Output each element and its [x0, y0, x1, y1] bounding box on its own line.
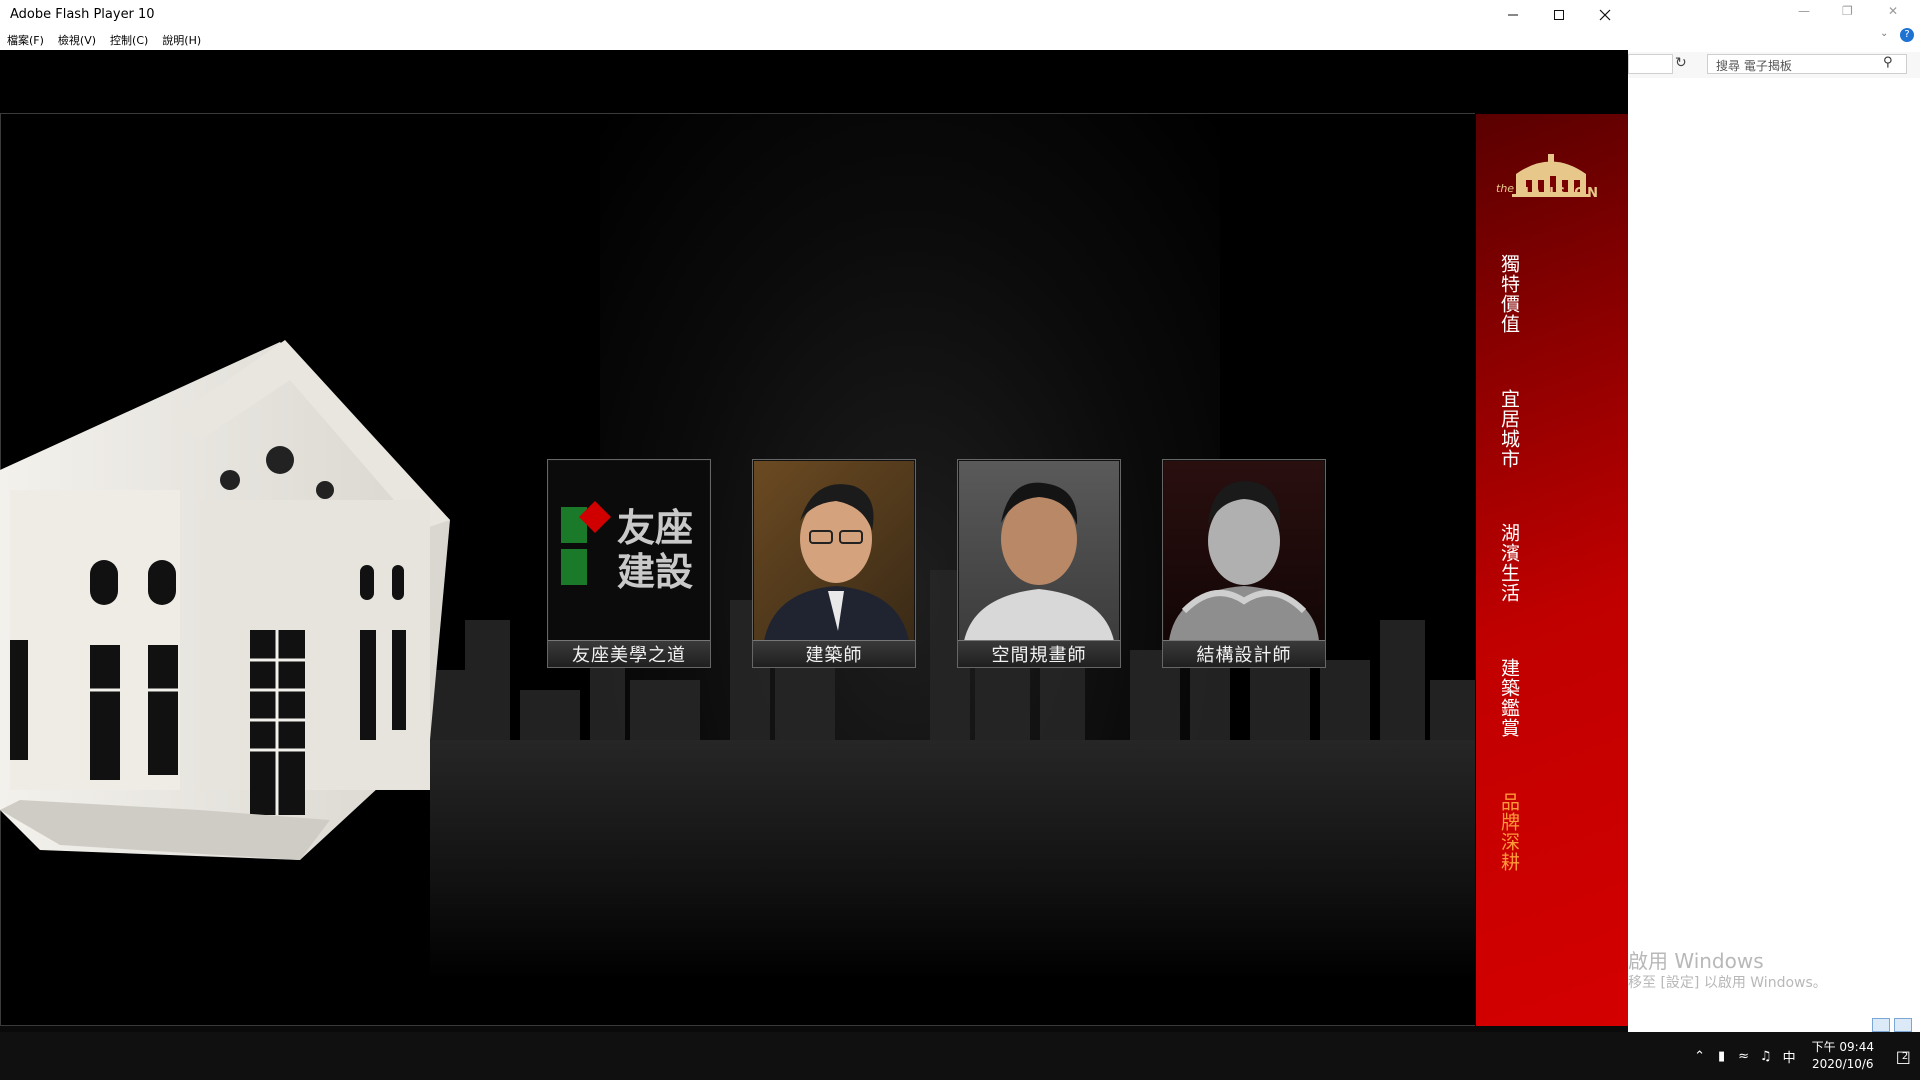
card-label: 建築師: [753, 640, 915, 667]
nav-architecture-appreciation[interactable]: 建築鑑賞: [1496, 658, 1520, 738]
logo-text: MANSION: [1516, 186, 1601, 201]
help-icon[interactable]: ?: [1900, 28, 1914, 42]
search-icon[interactable]: ⚲: [1883, 55, 1893, 70]
card-label: 結構設計師: [1163, 640, 1325, 667]
details-view-icon[interactable]: [1872, 1018, 1890, 1032]
mansion-logo-icon[interactable]: [1496, 144, 1606, 214]
maximize-button[interactable]: [1536, 0, 1582, 30]
nav-brand-cultivation[interactable]: 品牌深耕: [1496, 792, 1520, 872]
menu-help[interactable]: 說明(H): [155, 32, 208, 48]
brand-logo-image: 友座 建設: [549, 461, 709, 641]
card-brand[interactable]: 友座 建設 友座美學之道: [547, 459, 711, 668]
background-minimize-icon[interactable]: —: [1798, 4, 1810, 18]
title-bar[interactable]: Adobe Flash Player 10: [0, 0, 1628, 31]
minimize-button[interactable]: [1490, 0, 1536, 30]
clock-date: 2020/10/6: [1812, 1057, 1874, 1071]
side-navigation-panel: the MANSION 獨特價值 宜居城市 湖濱生活 建築鑑賞 品牌深耕: [1476, 114, 1628, 1026]
background-restore-icon[interactable]: ❐: [1842, 4, 1853, 18]
chevron-up-icon[interactable]: ⌃: [1689, 1049, 1711, 1064]
card-architect[interactable]: 建築師: [752, 459, 916, 668]
nav-livable-city[interactable]: 宜居城市: [1496, 389, 1520, 469]
logo-the-text: the: [1496, 182, 1515, 195]
structural-designer-photo: [1164, 461, 1324, 641]
minimize-icon: [1508, 14, 1518, 16]
card-label: 友座美學之道: [548, 640, 710, 667]
nav-lakeside-life[interactable]: 湖濱生活: [1496, 523, 1520, 603]
card-label: 空間規畫師: [958, 640, 1120, 667]
preview-view-icon[interactable]: [1894, 1018, 1912, 1032]
ime-indicator[interactable]: 中: [1783, 1047, 1796, 1066]
card-structural-designer[interactable]: 結構設計師: [1162, 459, 1326, 668]
background-close-icon[interactable]: ✕: [1888, 4, 1898, 18]
volume-icon[interactable]: ♫: [1755, 1049, 1777, 1064]
window-controls: [1490, 0, 1628, 30]
maximize-icon: [1554, 10, 1564, 20]
clock[interactable]: 下午 09:44 2020/10/6: [1812, 1039, 1874, 1073]
logo-bottom-text: 建設: [617, 550, 693, 594]
search-input[interactable]: 搜尋 電子揭板: [1707, 54, 1907, 74]
view-mode-icons: [1872, 1018, 1912, 1032]
activate-windows-subtitle: 移至 [設定] 以啟用 Windows。: [1628, 975, 1827, 991]
address-dropdown[interactable]: [1628, 54, 1673, 74]
activate-windows-title: 啟用 Windows: [1628, 949, 1764, 973]
flash-player-window: Adobe Flash Player 10 檔案(F) 檢視(V) 控制(C) …: [0, 0, 1628, 1032]
notification-count: 2: [1901, 1050, 1909, 1062]
clock-time: 下午 09:44: [1811, 1040, 1874, 1054]
menu-bar: 檔案(F) 檢視(V) 控制(C) 說明(H): [0, 30, 1628, 50]
system-tray: ⌃ ▮ ≈ ♫ 中 下午 09:44 2020/10/6 □ 2: [1689, 1032, 1920, 1080]
close-icon: [1599, 9, 1611, 21]
wifi-icon[interactable]: ≈: [1733, 1049, 1755, 1064]
architect-photo: [754, 461, 914, 641]
battery-icon[interactable]: ▮: [1711, 1049, 1733, 1064]
menu-control[interactable]: 控制(C): [103, 32, 155, 48]
youzuo-logo-icon: 友座 建設: [561, 501, 693, 594]
menu-file[interactable]: 檔案(F): [0, 32, 51, 48]
menu-view[interactable]: 檢視(V): [51, 32, 103, 48]
notification-center-button[interactable]: □ 2: [1884, 1032, 1920, 1080]
refresh-icon[interactable]: ↻: [1675, 55, 1687, 71]
window-title: Adobe Flash Player 10: [10, 7, 155, 22]
chevron-down-icon[interactable]: ⌄: [1880, 28, 1888, 39]
nav-unique-value[interactable]: 獨特價值: [1496, 254, 1520, 334]
close-button[interactable]: [1582, 0, 1628, 30]
taskbar: ⌃ ▮ ≈ ♫ 中 下午 09:44 2020/10/6 □ 2: [0, 1032, 1920, 1080]
mansion-building-image: [0, 340, 450, 860]
space-planner-photo: [959, 461, 1119, 641]
logo-top-text: 友座: [617, 506, 693, 550]
background-window: [1628, 0, 1920, 1032]
card-space-planner[interactable]: 空間規畫師: [957, 459, 1121, 668]
